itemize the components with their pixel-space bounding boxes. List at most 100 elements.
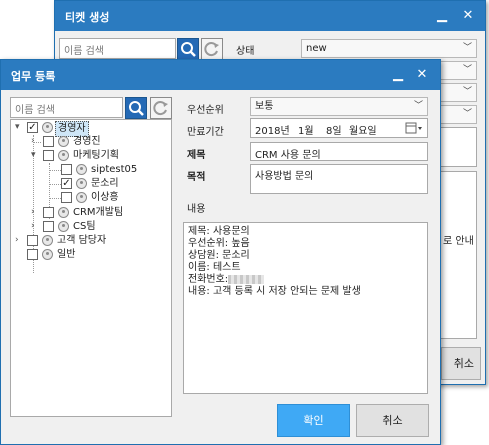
due-weekday[interactable]: 월요일 bbox=[349, 122, 377, 137]
title-value: CRM 사용 문의 bbox=[255, 150, 321, 161]
dialog-titlebar[interactable]: 업무 등록 ▁ ✕ bbox=[1, 60, 440, 90]
tree-node-executive[interactable]: ▾ ✓ 경영자 bbox=[15, 121, 165, 137]
chevron-right-icon[interactable]: › bbox=[31, 206, 40, 219]
priority-label: 우선순위 bbox=[187, 105, 224, 116]
chevron-down-icon[interactable]: ▾ bbox=[15, 121, 24, 134]
minimize-icon[interactable]: ▁ bbox=[387, 64, 409, 86]
search-icon bbox=[129, 101, 144, 116]
purpose-input[interactable]: 사용방법 문의 bbox=[250, 164, 428, 194]
back-search-button[interactable] bbox=[177, 38, 199, 60]
tree-checkbox[interactable]: ✓ bbox=[27, 122, 38, 133]
confirm-button[interactable]: 확인 bbox=[277, 404, 350, 437]
content-line: 우선순위: 높음 bbox=[188, 238, 250, 249]
close-icon[interactable]: ✕ bbox=[457, 5, 479, 27]
status-select[interactable]: new ﹀ bbox=[301, 39, 477, 58]
refresh-icon bbox=[153, 101, 168, 116]
tree-node-label: 고객 담당자 bbox=[57, 235, 107, 246]
tree-node-munsori[interactable]: ✓ 문소리 bbox=[61, 177, 161, 191]
task-register-dialog: 업무 등록 ▁ ✕ 이름 검색 ▾ ✓ 경영자 › 경영진 ▾ 마케팅기획 si… bbox=[0, 59, 441, 445]
priority-value: 보통 bbox=[255, 101, 274, 112]
tree-node-label: CS팀 bbox=[73, 221, 96, 232]
tree-checkbox[interactable] bbox=[27, 235, 38, 246]
tree-node-customer-manager[interactable]: › 고객 담당자 bbox=[15, 234, 165, 248]
search-icon bbox=[181, 42, 196, 57]
content-line: 전화번호: bbox=[188, 274, 229, 285]
content-label: 내용 bbox=[187, 204, 206, 215]
tree-line bbox=[49, 198, 61, 199]
status-value: new bbox=[306, 43, 327, 54]
content-line: 이름: 테스트 bbox=[188, 262, 241, 273]
group-icon bbox=[58, 136, 69, 147]
confirm-label: 확인 bbox=[303, 414, 324, 427]
chevron-down-icon: ﹀ bbox=[462, 65, 472, 75]
back-search-placeholder: 이름 검색 bbox=[64, 46, 104, 57]
tree-node-marketing[interactable]: ▾ 마케팅기획 bbox=[31, 149, 161, 163]
cancel-button[interactable]: 취소 bbox=[356, 404, 429, 437]
tree-node-cs[interactable]: › CS팀 bbox=[31, 220, 161, 234]
user-icon bbox=[76, 192, 87, 203]
due-day[interactable]: 8일 bbox=[326, 122, 342, 137]
chevron-down-icon: ﹀ bbox=[462, 87, 472, 97]
tree-checkbox[interactable] bbox=[61, 192, 72, 203]
tree-checkbox[interactable] bbox=[27, 249, 38, 260]
content-line: 제목: 사용문의 bbox=[188, 226, 250, 237]
user-icon bbox=[76, 178, 87, 189]
calendar-icon[interactable] bbox=[405, 121, 423, 138]
back-search-input[interactable]: 이름 검색 bbox=[59, 38, 176, 59]
user-icon bbox=[76, 164, 87, 175]
tree-node-label: CRM개발팀 bbox=[73, 207, 124, 218]
group-icon bbox=[42, 235, 53, 246]
tree-checkbox[interactable] bbox=[43, 207, 54, 218]
refresh-icon bbox=[204, 42, 219, 57]
tree-checkbox[interactable] bbox=[43, 221, 54, 232]
chevron-right-icon[interactable]: › bbox=[15, 234, 24, 247]
content-line: 내용: 고객 등록 시 저장 안되는 문제 발생 bbox=[188, 286, 361, 297]
content-textarea[interactable]: 제목: 사용문의 우선순위: 높음 상담원: 문소리 이름: 테스트 전화번호:… bbox=[183, 222, 428, 394]
status-label: 상태 bbox=[236, 46, 255, 57]
tree-node-label: 일반 bbox=[57, 249, 76, 260]
due-month[interactable]: 1월 bbox=[298, 122, 314, 137]
ticket-window-titlebar[interactable]: 티켓 생성 ▁ ✕ bbox=[55, 1, 485, 31]
search-placeholder: 이름 검색 bbox=[15, 105, 55, 116]
close-icon[interactable]: ✕ bbox=[411, 64, 433, 86]
title-input[interactable]: CRM 사용 문의 bbox=[250, 142, 428, 161]
refresh-button[interactable] bbox=[150, 97, 172, 119]
chevron-down-icon[interactable]: ▾ bbox=[31, 149, 40, 162]
chevron-down-icon: ﹀ bbox=[462, 43, 472, 53]
tree-checkbox[interactable] bbox=[43, 136, 54, 147]
tree-node-label: 경영진 bbox=[73, 136, 101, 147]
back-content-area[interactable]: 로 안내 bbox=[441, 171, 477, 339]
due-label: 만료기간 bbox=[187, 127, 224, 138]
tree-line bbox=[49, 170, 61, 171]
chevron-right-icon[interactable]: › bbox=[31, 220, 40, 233]
dialog-title: 업무 등록 bbox=[11, 70, 56, 83]
tree-line bbox=[49, 184, 61, 185]
search-button[interactable] bbox=[125, 97, 147, 119]
tree-node-siptest05[interactable]: siptest05 bbox=[61, 163, 161, 177]
tree-node-crm-dev[interactable]: › CRM개발팀 bbox=[31, 206, 161, 220]
org-tree[interactable]: ▾ ✓ 경영자 › 경영진 ▾ 마케팅기획 siptest05 ✓ 문소리 이상… bbox=[10, 119, 172, 417]
tree-node-label: 마케팅기획 bbox=[73, 150, 119, 161]
back-refresh-button[interactable] bbox=[201, 38, 223, 60]
tree-checkbox[interactable]: ✓ bbox=[61, 178, 72, 189]
tree-node-lee[interactable]: 이상흥 bbox=[61, 191, 161, 205]
tree-node-management[interactable]: › 경영진 bbox=[31, 135, 161, 149]
due-date-picker[interactable]: 2018년 1월 8일 월요일 bbox=[250, 118, 428, 138]
due-year[interactable]: 2018년 bbox=[255, 122, 290, 137]
back-cancel-button[interactable]: 취소 bbox=[441, 347, 481, 380]
cancel-label: 취소 bbox=[382, 414, 403, 427]
priority-select[interactable]: 보통 ﹀ bbox=[250, 97, 428, 116]
chevron-right-icon[interactable]: › bbox=[31, 135, 40, 148]
purpose-label: 목적 bbox=[187, 172, 206, 183]
purpose-value: 사용방법 문의 bbox=[255, 171, 314, 182]
content-line-phone: 전화번호: bbox=[188, 274, 423, 286]
tree-checkbox[interactable] bbox=[61, 164, 72, 175]
search-input[interactable]: 이름 검색 bbox=[10, 97, 123, 118]
minimize-icon[interactable]: ▁ bbox=[431, 5, 453, 27]
tree-checkbox[interactable] bbox=[43, 150, 54, 161]
tree-node-general[interactable]: 일반 bbox=[15, 248, 165, 262]
group-icon bbox=[58, 221, 69, 232]
chevron-down-icon: ﹀ bbox=[462, 109, 472, 119]
back-content-text: 로 안내 bbox=[443, 236, 474, 247]
tree-node-label: 문소리 bbox=[91, 178, 119, 189]
